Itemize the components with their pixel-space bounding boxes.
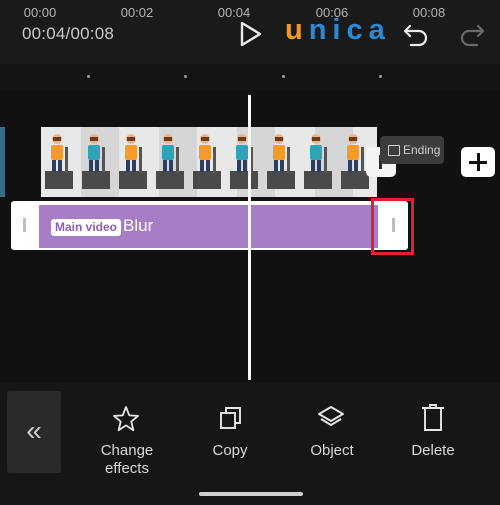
ending-label: Ending bbox=[403, 143, 441, 157]
add-clip-button[interactable] bbox=[461, 147, 495, 177]
ruler-tick: 00:06 bbox=[315, 5, 349, 20]
delete-label[interactable]: Delete bbox=[411, 442, 454, 460]
playhead[interactable] bbox=[248, 95, 251, 380]
copy-icon[interactable] bbox=[218, 405, 244, 431]
play-icon[interactable] bbox=[239, 21, 263, 47]
ruler-tick: 00:04 bbox=[217, 5, 251, 20]
time-counter: 00:04/00:08 bbox=[22, 24, 115, 43]
undo-icon[interactable] bbox=[402, 20, 430, 48]
redo-icon[interactable] bbox=[458, 20, 486, 48]
previous-clip-edge bbox=[0, 127, 5, 197]
clip-frames bbox=[45, 134, 369, 189]
main-video-badge: Main video bbox=[51, 219, 122, 236]
star-icon[interactable] bbox=[112, 405, 140, 433]
ruler-tick: 00:02 bbox=[120, 5, 154, 20]
effect-name: Blur bbox=[123, 216, 154, 235]
ruler-tick: 00:08 bbox=[412, 5, 446, 20]
ruler-dot bbox=[184, 75, 187, 78]
ruler-dot bbox=[87, 75, 90, 78]
trash-icon[interactable] bbox=[420, 403, 446, 433]
time-ruler bbox=[0, 64, 500, 90]
ending-icon bbox=[388, 145, 400, 156]
object-label[interactable]: Object bbox=[310, 442, 353, 460]
highlight-box bbox=[371, 198, 414, 255]
layers-icon[interactable] bbox=[316, 404, 346, 432]
collapse-button[interactable]: « bbox=[7, 391, 61, 473]
change-effects-label[interactable]: Change effects bbox=[101, 442, 154, 478]
home-indicator bbox=[199, 492, 303, 496]
copy-label[interactable]: Copy bbox=[212, 442, 247, 460]
ruler-dot bbox=[282, 75, 285, 78]
ending-clip[interactable]: Ending bbox=[380, 136, 444, 164]
ruler-tick: 00:00 bbox=[23, 5, 57, 20]
video-clip-thumbnails[interactable] bbox=[41, 127, 377, 197]
effect-left-handle[interactable] bbox=[23, 218, 26, 232]
ruler-dot bbox=[379, 75, 382, 78]
